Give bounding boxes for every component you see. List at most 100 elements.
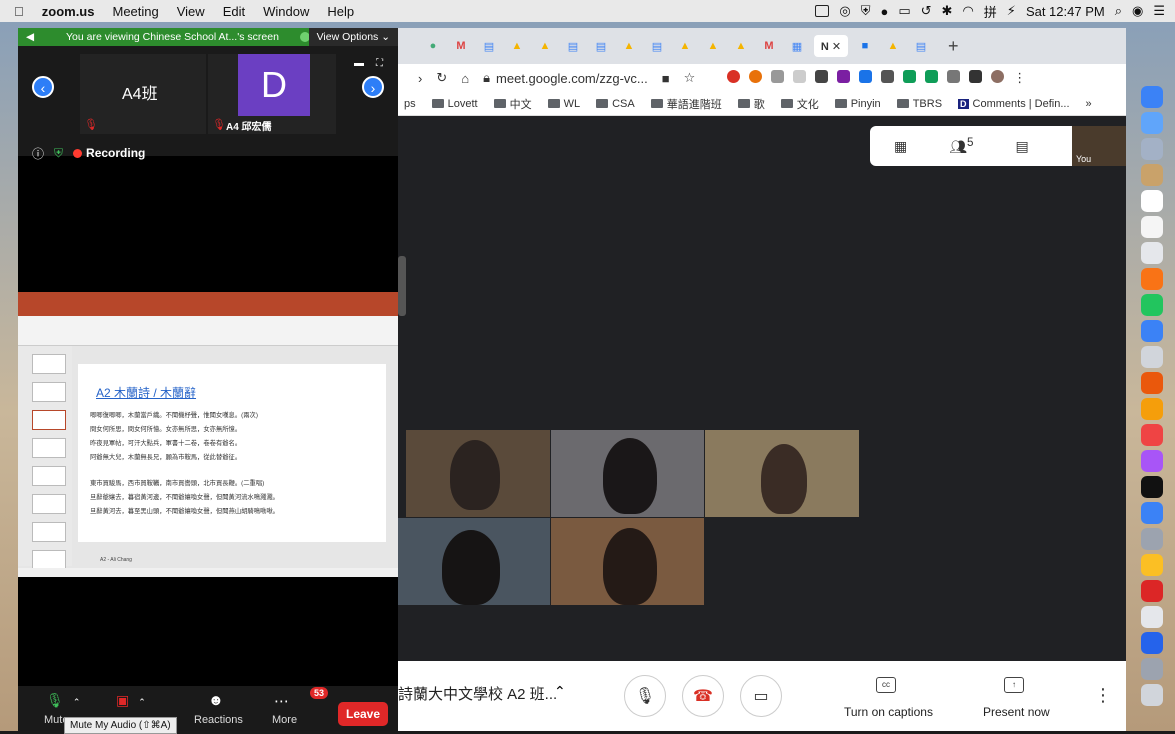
photos-icon[interactable] [1141, 268, 1163, 290]
chat-icon[interactable]: ▤ [1016, 138, 1029, 155]
home-icon[interactable]: ⌂ [461, 71, 469, 86]
bookmark-apps[interactable]: ps [404, 98, 416, 110]
reminders-icon[interactable] [1141, 216, 1163, 238]
numbers-icon[interactable] [1141, 398, 1163, 420]
tab-drive-icon[interactable]: ▲ [506, 35, 528, 57]
tab-docs-icon[interactable]: ▤ [910, 35, 932, 57]
podcasts-icon[interactable] [1141, 450, 1163, 472]
apple-icon[interactable]:  [14, 4, 24, 19]
captions-icon[interactable]: cc [876, 677, 896, 693]
apple-tv-icon[interactable] [1141, 476, 1163, 498]
participant-video-tile[interactable] [398, 518, 550, 605]
messages-icon[interactable] [1141, 294, 1163, 316]
tab-drive-icon[interactable]: ▲ [730, 35, 752, 57]
address-bar[interactable]: 🔒︎ meet.google.com/zzg-vc... [483, 70, 648, 86]
encryption-shield-icon[interactable]: ⛨ [54, 146, 63, 161]
leave-button[interactable]: Leave [338, 702, 388, 726]
airplay-icon[interactable]: ▭ [898, 3, 910, 19]
siri-icon[interactable]: ◉ [1132, 3, 1143, 19]
battery-icon[interactable]: ⚡ [1007, 3, 1016, 19]
bookmark-folder[interactable]: 華語進階班 [650, 96, 722, 112]
extension-icon[interactable] [881, 70, 895, 83]
present-label[interactable]: Present now [983, 705, 1050, 719]
participant-thumbnail[interactable]: D 🎙︎ A4 邱宏儒 [208, 54, 336, 134]
extension-icon[interactable] [859, 70, 873, 83]
meeting-title[interactable]: 詩蘭大中文學校 A2 班... [398, 683, 557, 704]
bookmark-folder[interactable]: Lovett [431, 98, 478, 110]
extension-icon[interactable] [771, 70, 785, 83]
trash-icon[interactable] [1141, 684, 1163, 706]
tab-gmail-icon[interactable]: M [758, 35, 780, 57]
camera-indicator-icon[interactable]: ■ [662, 71, 670, 86]
extension-icon[interactable] [793, 70, 807, 83]
chevron-up-icon[interactable]: ⌃ [73, 697, 81, 707]
pages-icon[interactable] [1141, 372, 1163, 394]
bookmark-folder[interactable]: WL [547, 98, 580, 110]
new-tab-button[interactable]: + [948, 36, 959, 57]
participant-video-tile[interactable] [406, 430, 550, 517]
input-method-icon[interactable]: 拼 [984, 2, 997, 21]
shield-icon[interactable]: ⛨ [861, 3, 871, 19]
fullscreen-icon[interactable]: ⛶ [376, 58, 383, 69]
tab-drive-icon[interactable]: ▲ [702, 35, 724, 57]
tab-docs-icon[interactable]: ▤ [646, 35, 668, 57]
menu-help[interactable]: Help [327, 4, 354, 19]
grid-layout-icon[interactable]: ▦ [894, 138, 907, 155]
shared-screen[interactable]: A2 木蘭詩 / 木蘭辭 唧唧復唧唧，木蘭當戶織。不聞機杼聲，惟聞女嘆息。(兩次… [18, 292, 398, 577]
participant-video-tile[interactable] [551, 518, 704, 605]
extension-icon[interactable] [947, 70, 961, 83]
menu-app-name[interactable]: zoom.us [42, 4, 95, 19]
self-view-tile[interactable]: You [1072, 126, 1126, 166]
menu-meeting[interactable]: Meeting [112, 4, 158, 19]
tab-gmail-icon[interactable]: M [450, 35, 472, 57]
reload-icon[interactable]: ↻ [436, 70, 447, 86]
bookmark-star-icon[interactable]: ☆ [684, 70, 696, 86]
bookmark-folder[interactable]: CSA [596, 98, 635, 110]
chrome-icon[interactable] [1141, 554, 1163, 576]
more-button[interactable]: ⋯ [274, 692, 289, 710]
bookmark-folder[interactable]: TBRS [896, 98, 942, 110]
acrobat-icon[interactable] [1141, 580, 1163, 602]
bookmark-folder[interactable]: Pinyin [834, 98, 881, 110]
reactions-button[interactable]: ☻ [208, 692, 224, 709]
calendar-icon[interactable] [1141, 190, 1163, 212]
end-call-button[interactable]: ☎ [682, 675, 724, 717]
news-icon[interactable] [1141, 424, 1163, 446]
recording-label[interactable]: Recording [86, 146, 145, 160]
more-options-icon[interactable]: ⋮ [1094, 685, 1112, 706]
tab-docs-icon[interactable]: ▤ [590, 35, 612, 57]
facetime-icon[interactable] [1141, 320, 1163, 342]
notes-icon[interactable] [1141, 164, 1163, 186]
participant-video-tile[interactable] [705, 430, 859, 517]
system-preferences-icon[interactable] [1141, 528, 1163, 550]
control-center-icon[interactable]: ☰ [1153, 3, 1165, 19]
menu-view[interactable]: View [177, 4, 205, 19]
participant-thumbnail[interactable]: A4班 🎙︎ [80, 54, 206, 134]
bookmark-folder[interactable]: 文化 [780, 96, 819, 112]
participant-video-tile[interactable] [551, 430, 704, 517]
extension-icon[interactable] [925, 70, 939, 83]
chevron-up-icon[interactable]: ⌃ [138, 697, 146, 707]
info-icon[interactable]: ⓘ [32, 145, 44, 162]
tab-meet-icon[interactable]: ■ [854, 35, 876, 57]
tab-calendar-icon[interactable]: ▦ [786, 35, 808, 57]
chrome-menu-icon[interactable]: ⋮ [1013, 70, 1026, 86]
app-icon[interactable] [1141, 606, 1163, 628]
tab-drive-icon[interactable]: ▲ [882, 35, 904, 57]
bookmark-overflow[interactable]: » [1086, 98, 1092, 110]
menu-edit[interactable]: Edit [223, 4, 245, 19]
tab-drive-icon[interactable]: ▲ [534, 35, 556, 57]
tab-meet-active[interactable]: N ✕ [814, 35, 848, 57]
zoom-icon[interactable] [1141, 632, 1163, 654]
forward-icon[interactable]: › [418, 71, 422, 86]
bookmark-folder[interactable]: 歌 [737, 96, 765, 112]
tab-favicon-icon[interactable]: ● [422, 35, 444, 57]
mute-button[interactable]: 🎙︎ ⌃ [46, 692, 80, 709]
reactions-label[interactable]: Reactions [194, 714, 243, 726]
help-icon[interactable] [1141, 658, 1163, 680]
extension-icon[interactable] [837, 70, 851, 83]
app-store-icon[interactable] [1141, 502, 1163, 524]
tab-docs-icon[interactable]: ▤ [478, 35, 500, 57]
bookmark-link[interactable]: D Comments | Defin... [958, 98, 1070, 110]
app-icon[interactable] [1141, 346, 1163, 368]
